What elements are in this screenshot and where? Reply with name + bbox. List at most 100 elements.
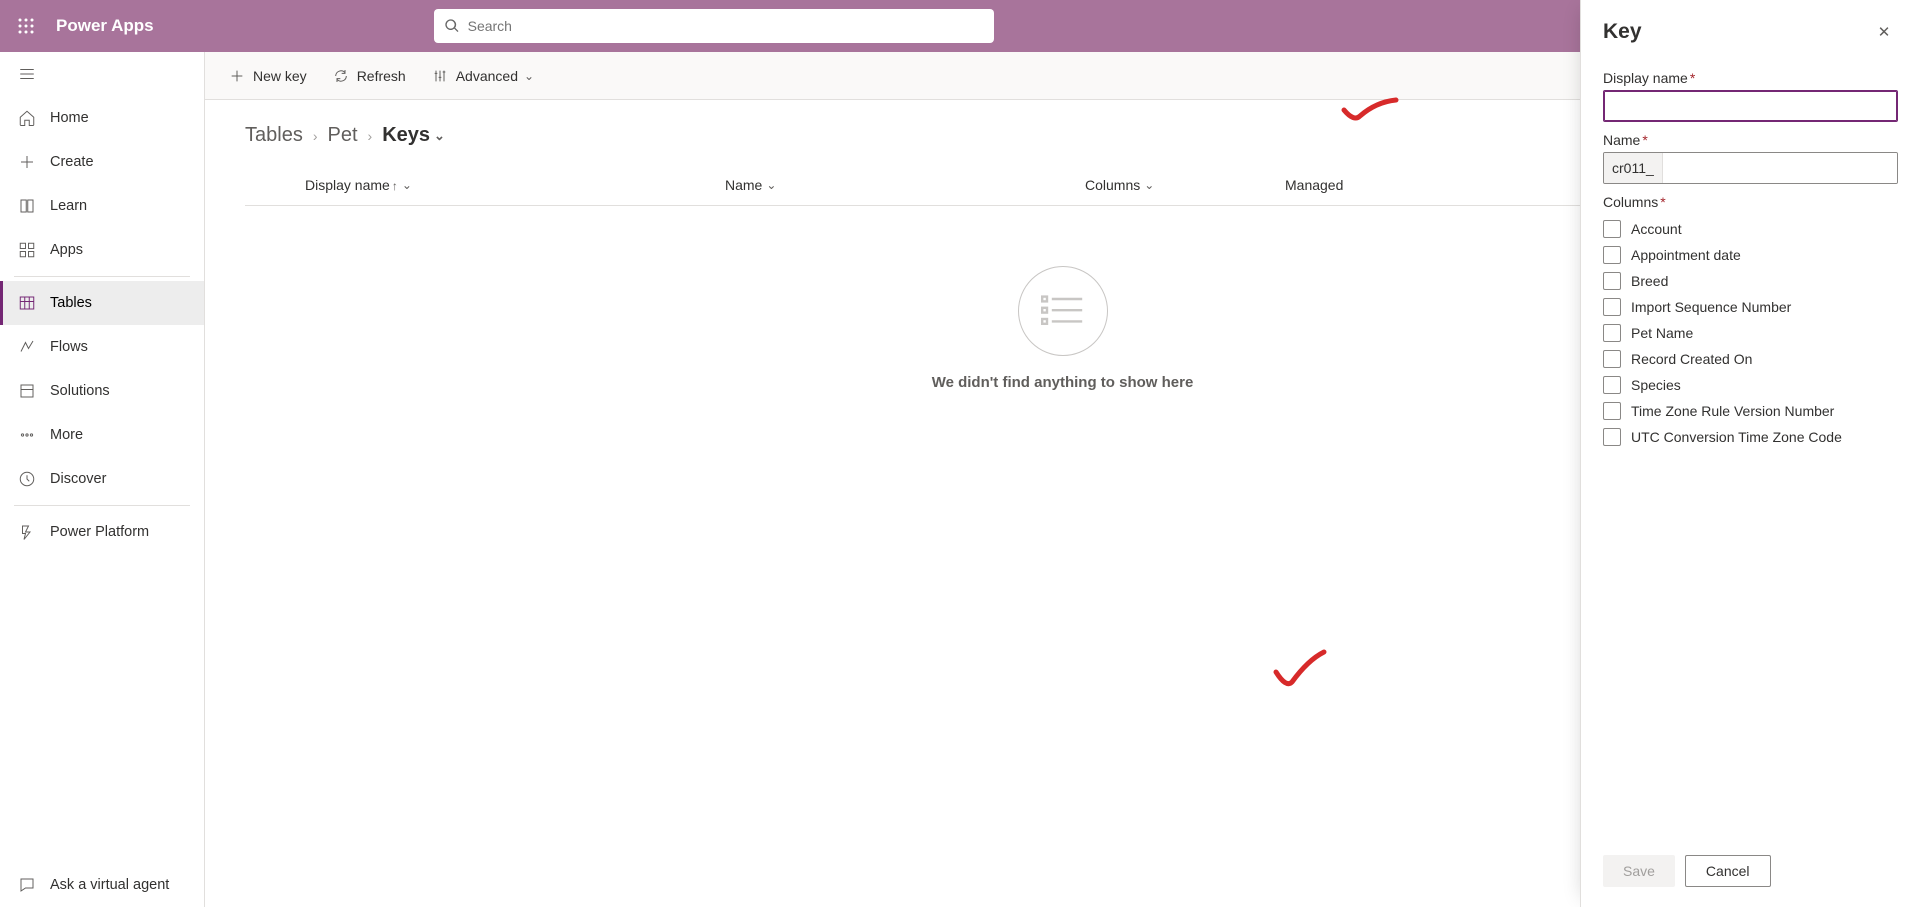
search-input[interactable] [468,18,984,34]
crumb-label: Keys [382,124,430,147]
crumb-keys[interactable]: Keys ⌄ [382,124,445,147]
nav-label: Learn [50,198,87,214]
col-label: Columns [1085,177,1140,193]
checkbox-label: Species [1631,377,1681,393]
key-flyout-panel: Key ✕ Display name* Name* cr011_ Columns… [1580,0,1920,907]
name-input[interactable] [1663,153,1897,183]
empty-list-icon [1018,266,1108,356]
nav-learn[interactable]: Learn [0,184,204,228]
col-name[interactable]: Name ⌄ [725,177,1085,193]
nav-label: Create [50,154,94,170]
checkbox-icon [1603,324,1621,342]
advanced-button[interactable]: Advanced ⌄ [432,68,534,84]
nav-flows[interactable]: Flows [0,325,204,369]
label-text: Name [1603,132,1640,148]
nav-tables[interactable]: Tables [0,281,204,325]
checkbox-icon [1603,298,1621,316]
nav-label: Flows [50,339,88,355]
column-checkbox-row[interactable]: Pet Name [1603,324,1898,342]
search-box[interactable] [434,9,994,43]
nav-separator [14,276,190,277]
nav-hamburger[interactable] [0,52,204,96]
cancel-button[interactable]: Cancel [1685,855,1771,887]
plus-icon [229,68,245,84]
advanced-icon [432,68,448,84]
chevron-down-icon: ⌄ [402,178,412,192]
nav-create[interactable]: Create [0,140,204,184]
checkbox-label: Import Sequence Number [1631,299,1791,315]
table-icon [18,294,36,312]
col-label: Managed [1285,177,1343,193]
column-checkbox-row[interactable]: Species [1603,376,1898,394]
checkbox-label: UTC Conversion Time Zone Code [1631,429,1842,445]
nav-discover[interactable]: Discover [0,457,204,501]
nav-more[interactable]: More [0,413,204,457]
nav-label: Apps [50,242,83,258]
column-checkbox-row[interactable]: Appointment date [1603,246,1898,264]
checkbox-label: Account [1631,221,1682,237]
chevron-down-icon: ⌄ [766,178,776,192]
cmd-label: Advanced [456,68,518,84]
search-icon [444,18,460,34]
empty-text: We didn't find anything to show here [932,374,1194,391]
nav-apps[interactable]: Apps [0,228,204,272]
name-prefix: cr011_ [1604,153,1663,183]
checkbox-label: Record Created On [1631,351,1752,367]
column-checkbox-row[interactable]: Account [1603,220,1898,238]
new-key-button[interactable]: New key [229,68,307,84]
chat-icon [18,876,36,894]
label-text: Columns [1603,194,1658,210]
nav-label: Home [50,110,89,126]
columns-checklist: Account Appointment date Breed Import Seque… [1603,220,1898,446]
display-name-label: Display name* [1603,70,1898,86]
app-launcher-button[interactable] [0,0,52,52]
flyout-title: Key [1603,20,1642,44]
display-name-input[interactable] [1603,90,1898,122]
nav-power-platform[interactable]: Power Platform [0,510,204,554]
col-display-name[interactable]: Display name ⌄ [305,177,725,193]
book-icon [18,197,36,215]
label-text: Display name [1603,70,1688,86]
nav-label: More [50,427,83,443]
close-button[interactable]: ✕ [1870,18,1898,46]
plus-icon [18,153,36,171]
hamburger-icon [18,65,36,83]
nav-home[interactable]: Home [0,96,204,140]
nav-ask-agent[interactable]: Ask a virtual agent [0,863,204,907]
nav-label: Discover [50,471,106,487]
breadcrumb-separator-icon: › [368,128,373,144]
column-checkbox-row[interactable]: UTC Conversion Time Zone Code [1603,428,1898,446]
refresh-icon [333,68,349,84]
column-checkbox-row[interactable]: Import Sequence Number [1603,298,1898,316]
columns-label: Columns* [1603,194,1898,210]
col-columns[interactable]: Columns ⌄ [1085,177,1285,193]
nav-label: Solutions [50,383,110,399]
nav-solutions[interactable]: Solutions [0,369,204,413]
close-icon: ✕ [1878,23,1891,41]
nav-label: Power Platform [50,524,149,540]
chevron-down-icon: ⌄ [434,128,445,144]
nav-label: Tables [50,295,92,311]
solutions-icon [18,382,36,400]
column-checkbox-row[interactable]: Breed [1603,272,1898,290]
col-label: Display name [305,177,398,193]
crumb-pet[interactable]: Pet [327,124,357,147]
checkbox-icon [1603,350,1621,368]
column-checkbox-row[interactable]: Time Zone Rule Version Number [1603,402,1898,420]
save-button[interactable]: Save [1603,855,1675,887]
flow-icon [18,338,36,356]
checkbox-label: Appointment date [1631,247,1741,263]
brand-title: Power Apps [56,16,154,36]
column-checkbox-row[interactable]: Record Created On [1603,350,1898,368]
name-label: Name* [1603,132,1898,148]
col-label: Name [725,177,762,193]
checkbox-label: Pet Name [1631,325,1693,341]
name-input-wrap: cr011_ [1603,152,1898,184]
apps-icon [18,241,36,259]
refresh-button[interactable]: Refresh [333,68,406,84]
cmd-label: New key [253,68,307,84]
checkbox-icon [1603,246,1621,264]
crumb-tables[interactable]: Tables [245,124,303,147]
waffle-icon [17,17,35,35]
col-managed[interactable]: Managed [1285,177,1425,193]
